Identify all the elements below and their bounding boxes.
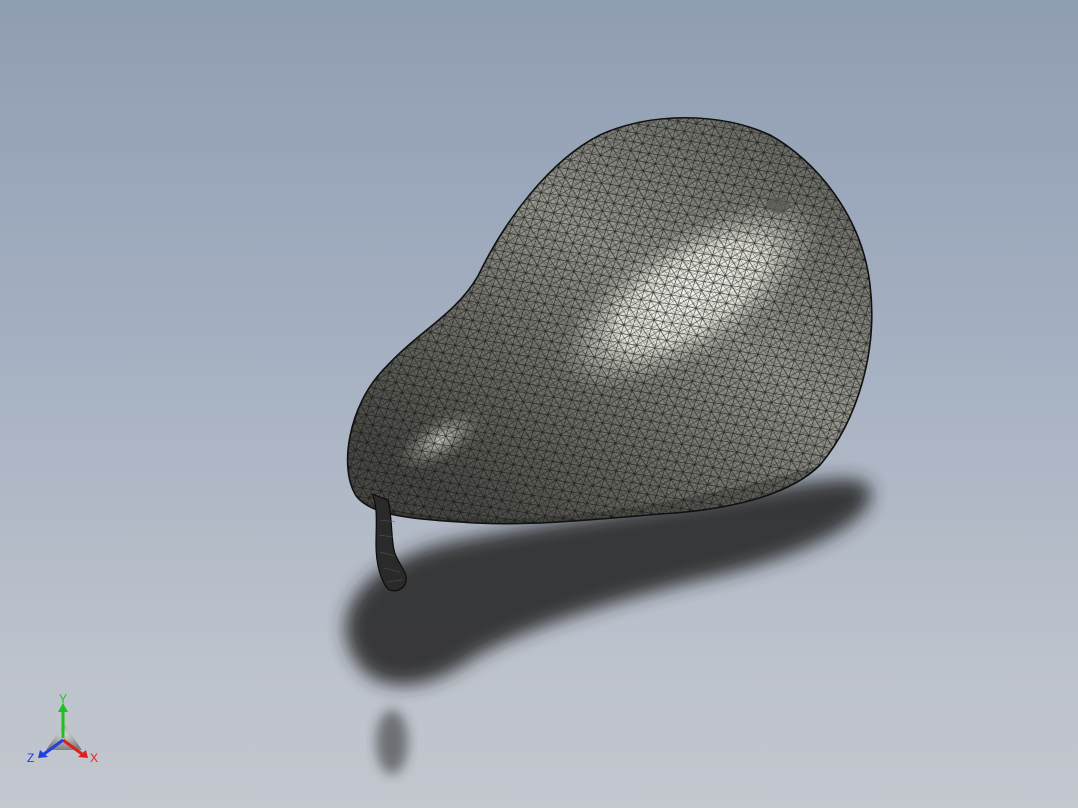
orientation-triad[interactable]: Y X Z bbox=[22, 694, 106, 770]
triad-z-label: Z bbox=[27, 751, 34, 765]
pear-blossom-end bbox=[766, 197, 790, 213]
model-scene[interactable] bbox=[0, 0, 1078, 808]
graphics-viewport[interactable]: Y X Z bbox=[0, 0, 1078, 808]
triad-x-label: X bbox=[90, 751, 98, 765]
pear-mesh-fine bbox=[347, 117, 872, 524]
stem-shadow bbox=[376, 710, 408, 774]
triad-y-label: Y bbox=[59, 694, 67, 706]
